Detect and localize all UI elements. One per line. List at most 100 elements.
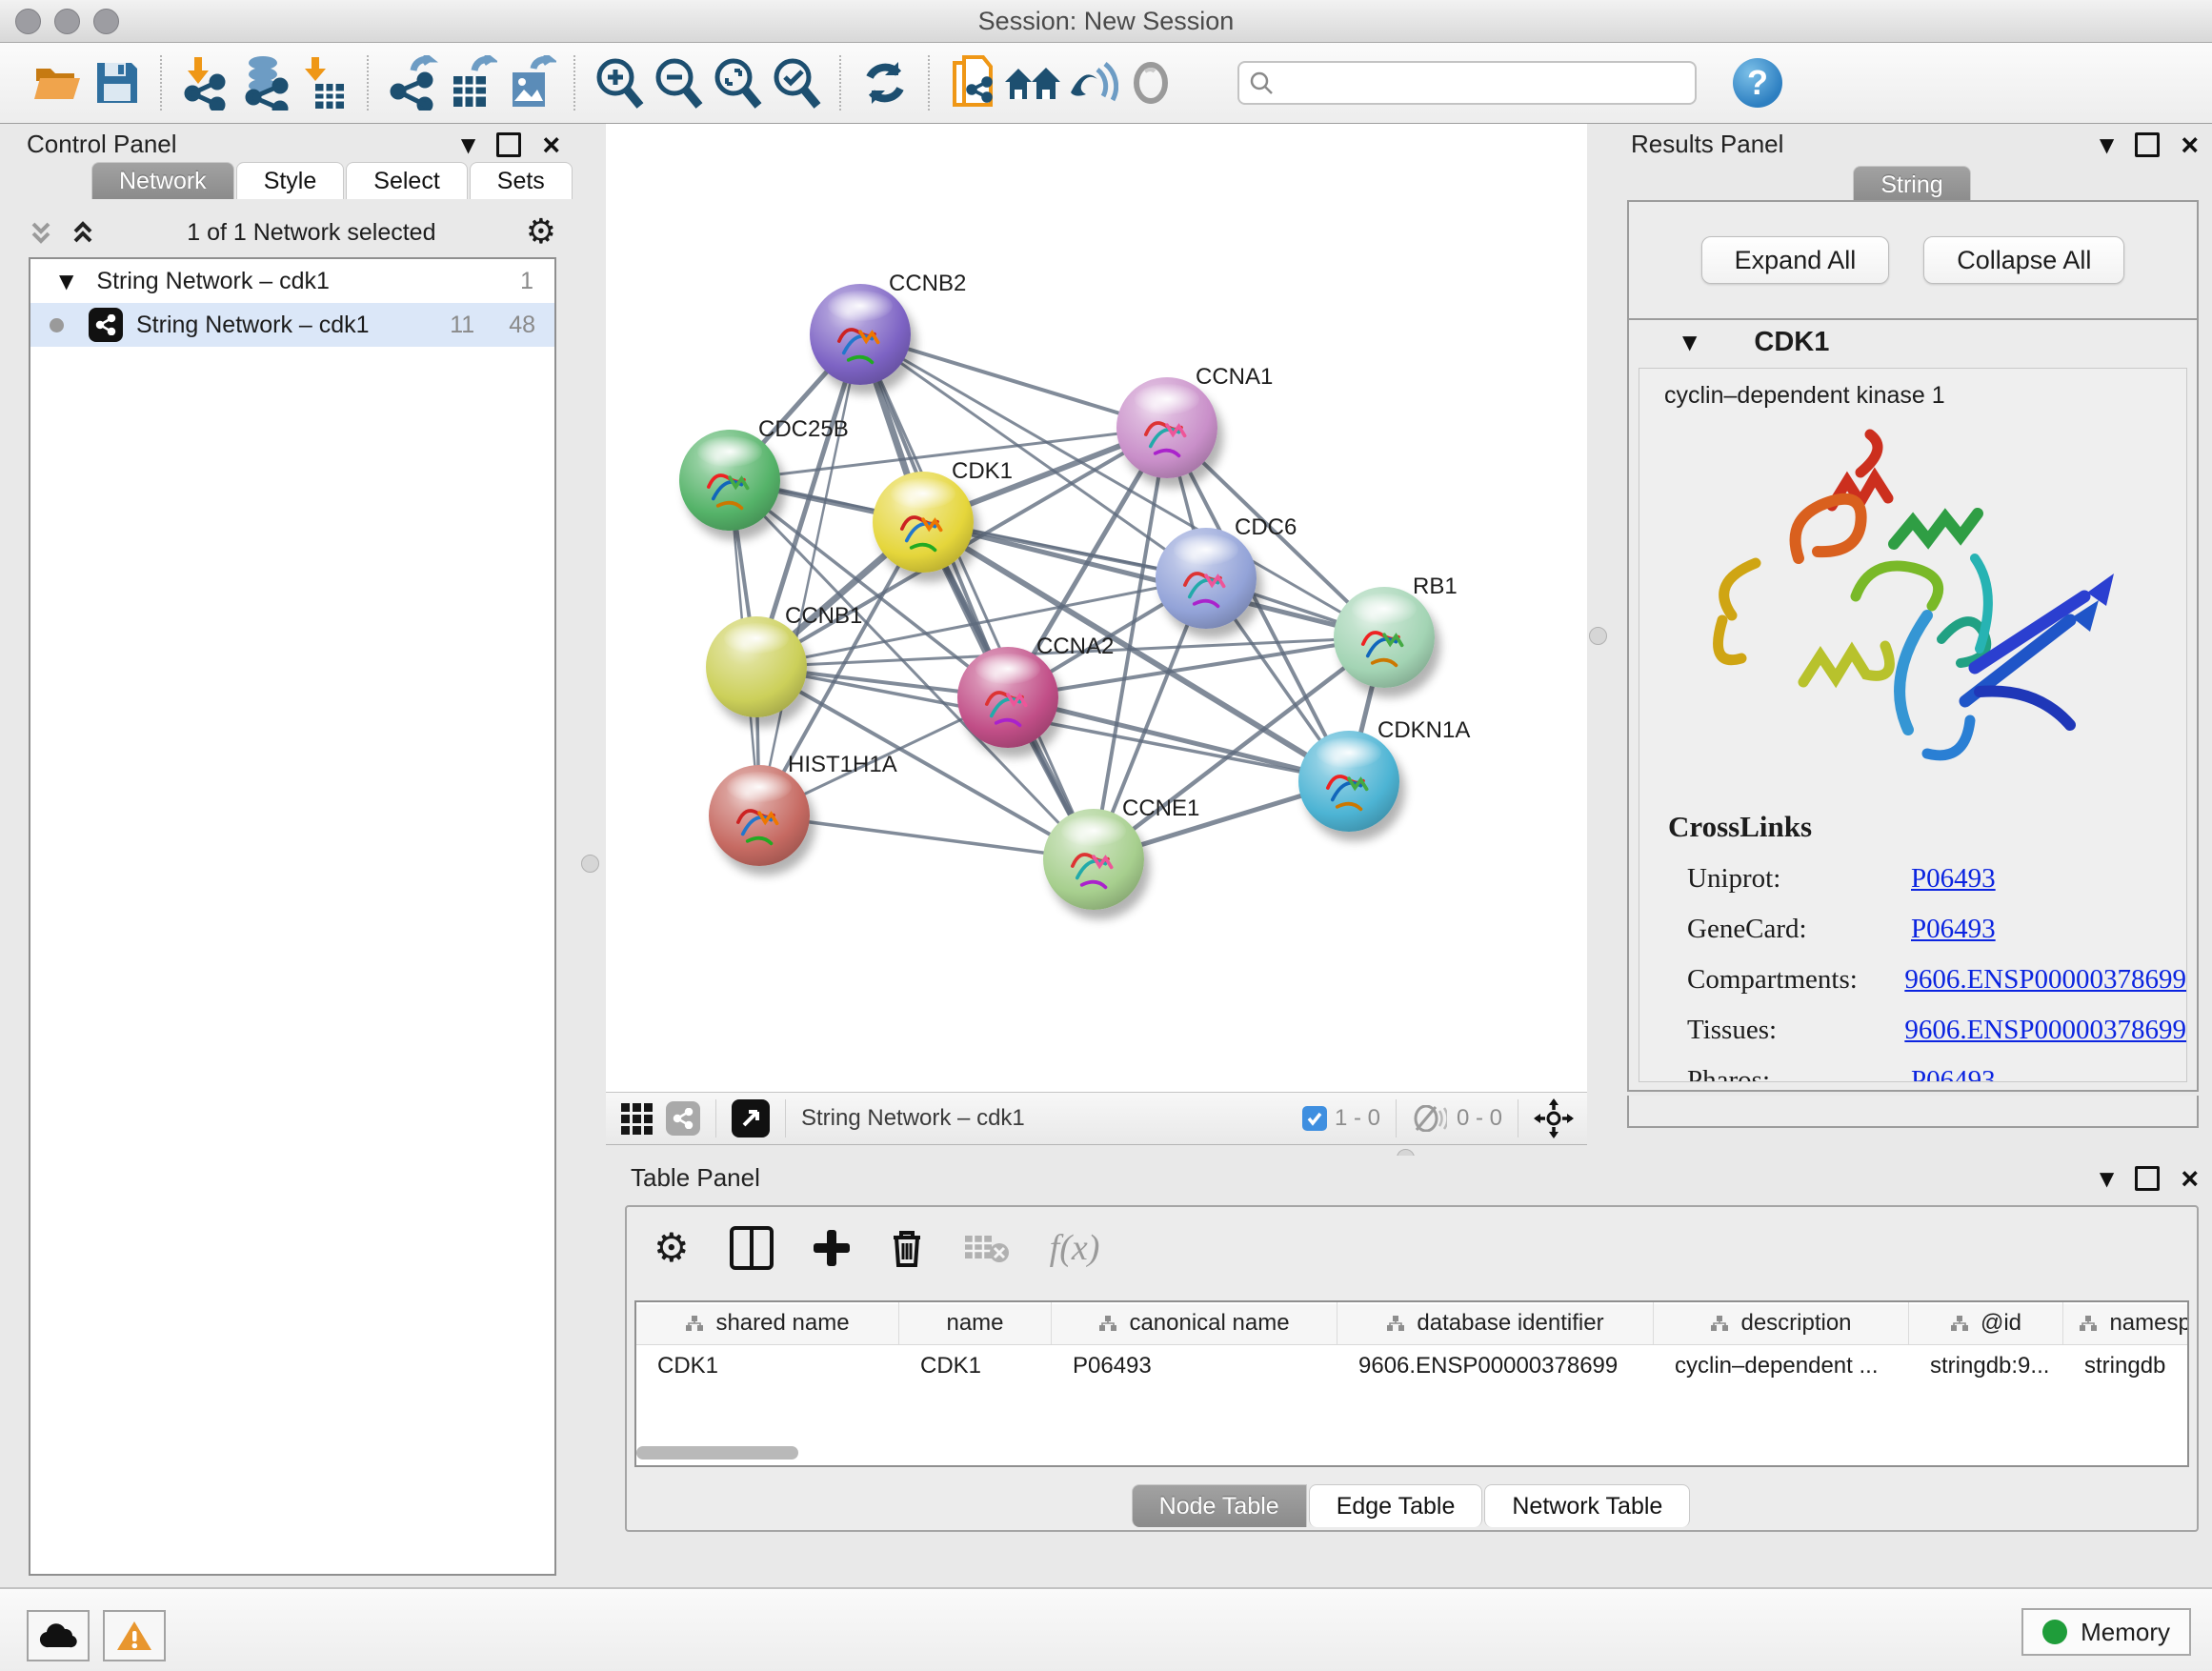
- search-box: [1237, 61, 1697, 105]
- node-label-ccna2: CCNA2: [1036, 634, 1114, 660]
- show-graphics-details-button[interactable]: [1062, 53, 1121, 112]
- tab-network-table[interactable]: Network Table: [1484, 1484, 1690, 1527]
- expand-all-button[interactable]: Expand All: [1701, 236, 1890, 284]
- close-panel-icon[interactable]: ×: [542, 135, 560, 154]
- column-header-name[interactable]: name: [899, 1302, 1052, 1344]
- gear-icon[interactable]: ⚙: [526, 215, 556, 250]
- right-splitter-handle[interactable]: [1589, 627, 1607, 645]
- crosslink-pharos[interactable]: P06493: [1911, 1065, 1996, 1082]
- network-node-ccnb1[interactable]: [706, 616, 807, 717]
- export-network-button[interactable]: [383, 53, 442, 112]
- cell-namespace[interactable]: stringdb: [2063, 1353, 2189, 1379]
- add-column-icon[interactable]: [814, 1230, 850, 1266]
- tab-node-table[interactable]: Node Table: [1132, 1484, 1307, 1527]
- help-button[interactable]: ?: [1733, 58, 1782, 108]
- network-node-ccne1[interactable]: [1043, 809, 1144, 910]
- table-row[interactable]: CDK1CDK1P064939606.ENSP00000378699cyclin…: [636, 1345, 2187, 1387]
- table-settings-icon[interactable]: ⚙: [654, 1231, 690, 1265]
- network-node-cdk1[interactable]: [873, 472, 974, 573]
- collapse-all-button[interactable]: Collapse All: [1923, 236, 2124, 284]
- node-label-cdk1: CDK1: [952, 458, 1013, 485]
- tab-sets[interactable]: Sets: [470, 162, 573, 199]
- panel-menu-icon[interactable]: ▼: [2100, 133, 2114, 156]
- string-view-icon[interactable]: [666, 1101, 700, 1136]
- network-node-ccna2[interactable]: [957, 647, 1058, 748]
- zoom-fit-button[interactable]: [708, 53, 767, 112]
- refresh-button[interactable]: [855, 53, 915, 112]
- panel-menu-icon[interactable]: ▼: [461, 133, 475, 156]
- columns-icon[interactable]: [730, 1226, 774, 1270]
- open-session-button[interactable]: [29, 53, 88, 112]
- close-panel-icon[interactable]: ×: [2181, 135, 2199, 154]
- crosslink-genecard[interactable]: P06493: [1911, 914, 1996, 945]
- collapse-all-icon[interactable]: [27, 218, 55, 247]
- memory-button[interactable]: Memory: [2021, 1608, 2191, 1656]
- cell-sharedname[interactable]: CDK1: [636, 1353, 899, 1379]
- float-panel-icon[interactable]: [496, 132, 521, 157]
- collapse-collection-icon[interactable]: ▼: [59, 270, 73, 292]
- expand-all-icon[interactable]: [69, 218, 97, 247]
- delete-column-icon[interactable]: [890, 1228, 924, 1268]
- column-header-description[interactable]: description: [1654, 1302, 1909, 1344]
- float-panel-icon[interactable]: [2135, 132, 2160, 157]
- search-input[interactable]: [1274, 69, 1659, 97]
- export-table-button[interactable]: [442, 53, 501, 112]
- protein-thumbnail: [1132, 399, 1202, 470]
- network-node-ccnb2[interactable]: [810, 284, 911, 385]
- hidden-eye-slash-icon[interactable]: [1413, 1105, 1447, 1132]
- horizontal-scrollbar[interactable]: [636, 1446, 798, 1460]
- column-header-id[interactable]: @id: [1909, 1302, 2063, 1344]
- zoom-selected-button[interactable]: [767, 53, 826, 112]
- network-node-ccna1[interactable]: [1116, 377, 1217, 478]
- selected-checkbox[interactable]: [1302, 1106, 1327, 1131]
- share-document-button[interactable]: [944, 53, 1003, 112]
- cell-id[interactable]: stringdb:9...: [1909, 1353, 2063, 1379]
- import-network-database-button[interactable]: [235, 53, 294, 112]
- export-image-button[interactable]: [501, 53, 560, 112]
- left-splitter-handle[interactable]: [581, 855, 599, 873]
- import-table-file-button[interactable]: [294, 53, 353, 112]
- crosslink-tissues[interactable]: 9606.ENSP00000378699: [1904, 1015, 2186, 1046]
- close-panel-icon[interactable]: ×: [2181, 1169, 2199, 1188]
- column-header-canonicalname[interactable]: canonical name: [1052, 1302, 1337, 1344]
- crosslink-uniprot[interactable]: P06493: [1911, 863, 1996, 895]
- float-panel-icon[interactable]: [2135, 1166, 2160, 1191]
- column-header-sharedname[interactable]: shared name: [636, 1302, 899, 1344]
- network-node-hist1h1a[interactable]: [709, 765, 810, 866]
- crosslink-compartments[interactable]: 9606.ENSP00000378699: [1904, 964, 2186, 996]
- tab-string[interactable]: String: [1853, 166, 1970, 203]
- network-node-cdkn1a[interactable]: [1298, 731, 1399, 832]
- home-button[interactable]: [1003, 53, 1062, 112]
- cell-description[interactable]: cyclin–dependent ...: [1654, 1353, 1909, 1379]
- network-row-selected[interactable]: String Network – cdk1 11 48: [30, 303, 554, 347]
- network-node-cdc6[interactable]: [1156, 528, 1257, 629]
- cell-name[interactable]: CDK1: [899, 1353, 1052, 1379]
- grid-view-icon[interactable]: [621, 1103, 653, 1135]
- network-node-cdc25b[interactable]: [679, 430, 780, 531]
- column-header-namespace[interactable]: namespace: [2063, 1302, 2189, 1344]
- tab-select[interactable]: Select: [346, 162, 467, 199]
- move-crosshair-icon[interactable]: [1534, 1098, 1574, 1138]
- save-session-button[interactable]: [88, 53, 147, 112]
- cloud-button[interactable]: [27, 1610, 90, 1661]
- eye-icon: [1128, 60, 1174, 106]
- birdseye-view-icon[interactable]: [732, 1099, 770, 1137]
- column-header-databaseidentifier[interactable]: database identifier: [1337, 1302, 1654, 1344]
- zoom-out-button[interactable]: [649, 53, 708, 112]
- import-network-file-button[interactable]: [176, 53, 235, 112]
- zoom-in-button[interactable]: [590, 53, 649, 112]
- titlebar: Session: New Session: [0, 0, 2212, 43]
- eye-button[interactable]: [1121, 53, 1180, 112]
- network-node-rb1[interactable]: [1334, 587, 1435, 688]
- network-collection-row[interactable]: ▼ String Network – cdk1 1: [30, 259, 554, 303]
- tab-edge-table[interactable]: Edge Table: [1309, 1484, 1483, 1527]
- panel-menu-icon[interactable]: ▼: [2100, 1167, 2114, 1190]
- tab-network[interactable]: Network: [91, 162, 234, 199]
- collapse-section-icon[interactable]: ▼: [1682, 331, 1697, 353]
- warnings-button[interactable]: [103, 1610, 166, 1661]
- network-canvas[interactable]: CCNB2 CCNA1 CDC25B CDK1 CDC6 RB1CCNB1: [606, 124, 1587, 1094]
- cell-canonicalname[interactable]: P06493: [1052, 1353, 1337, 1379]
- cell-databaseidentifier[interactable]: 9606.ENSP00000378699: [1337, 1353, 1654, 1379]
- selected-counts: 1 - 0: [1335, 1105, 1380, 1132]
- tab-style[interactable]: Style: [236, 162, 345, 199]
